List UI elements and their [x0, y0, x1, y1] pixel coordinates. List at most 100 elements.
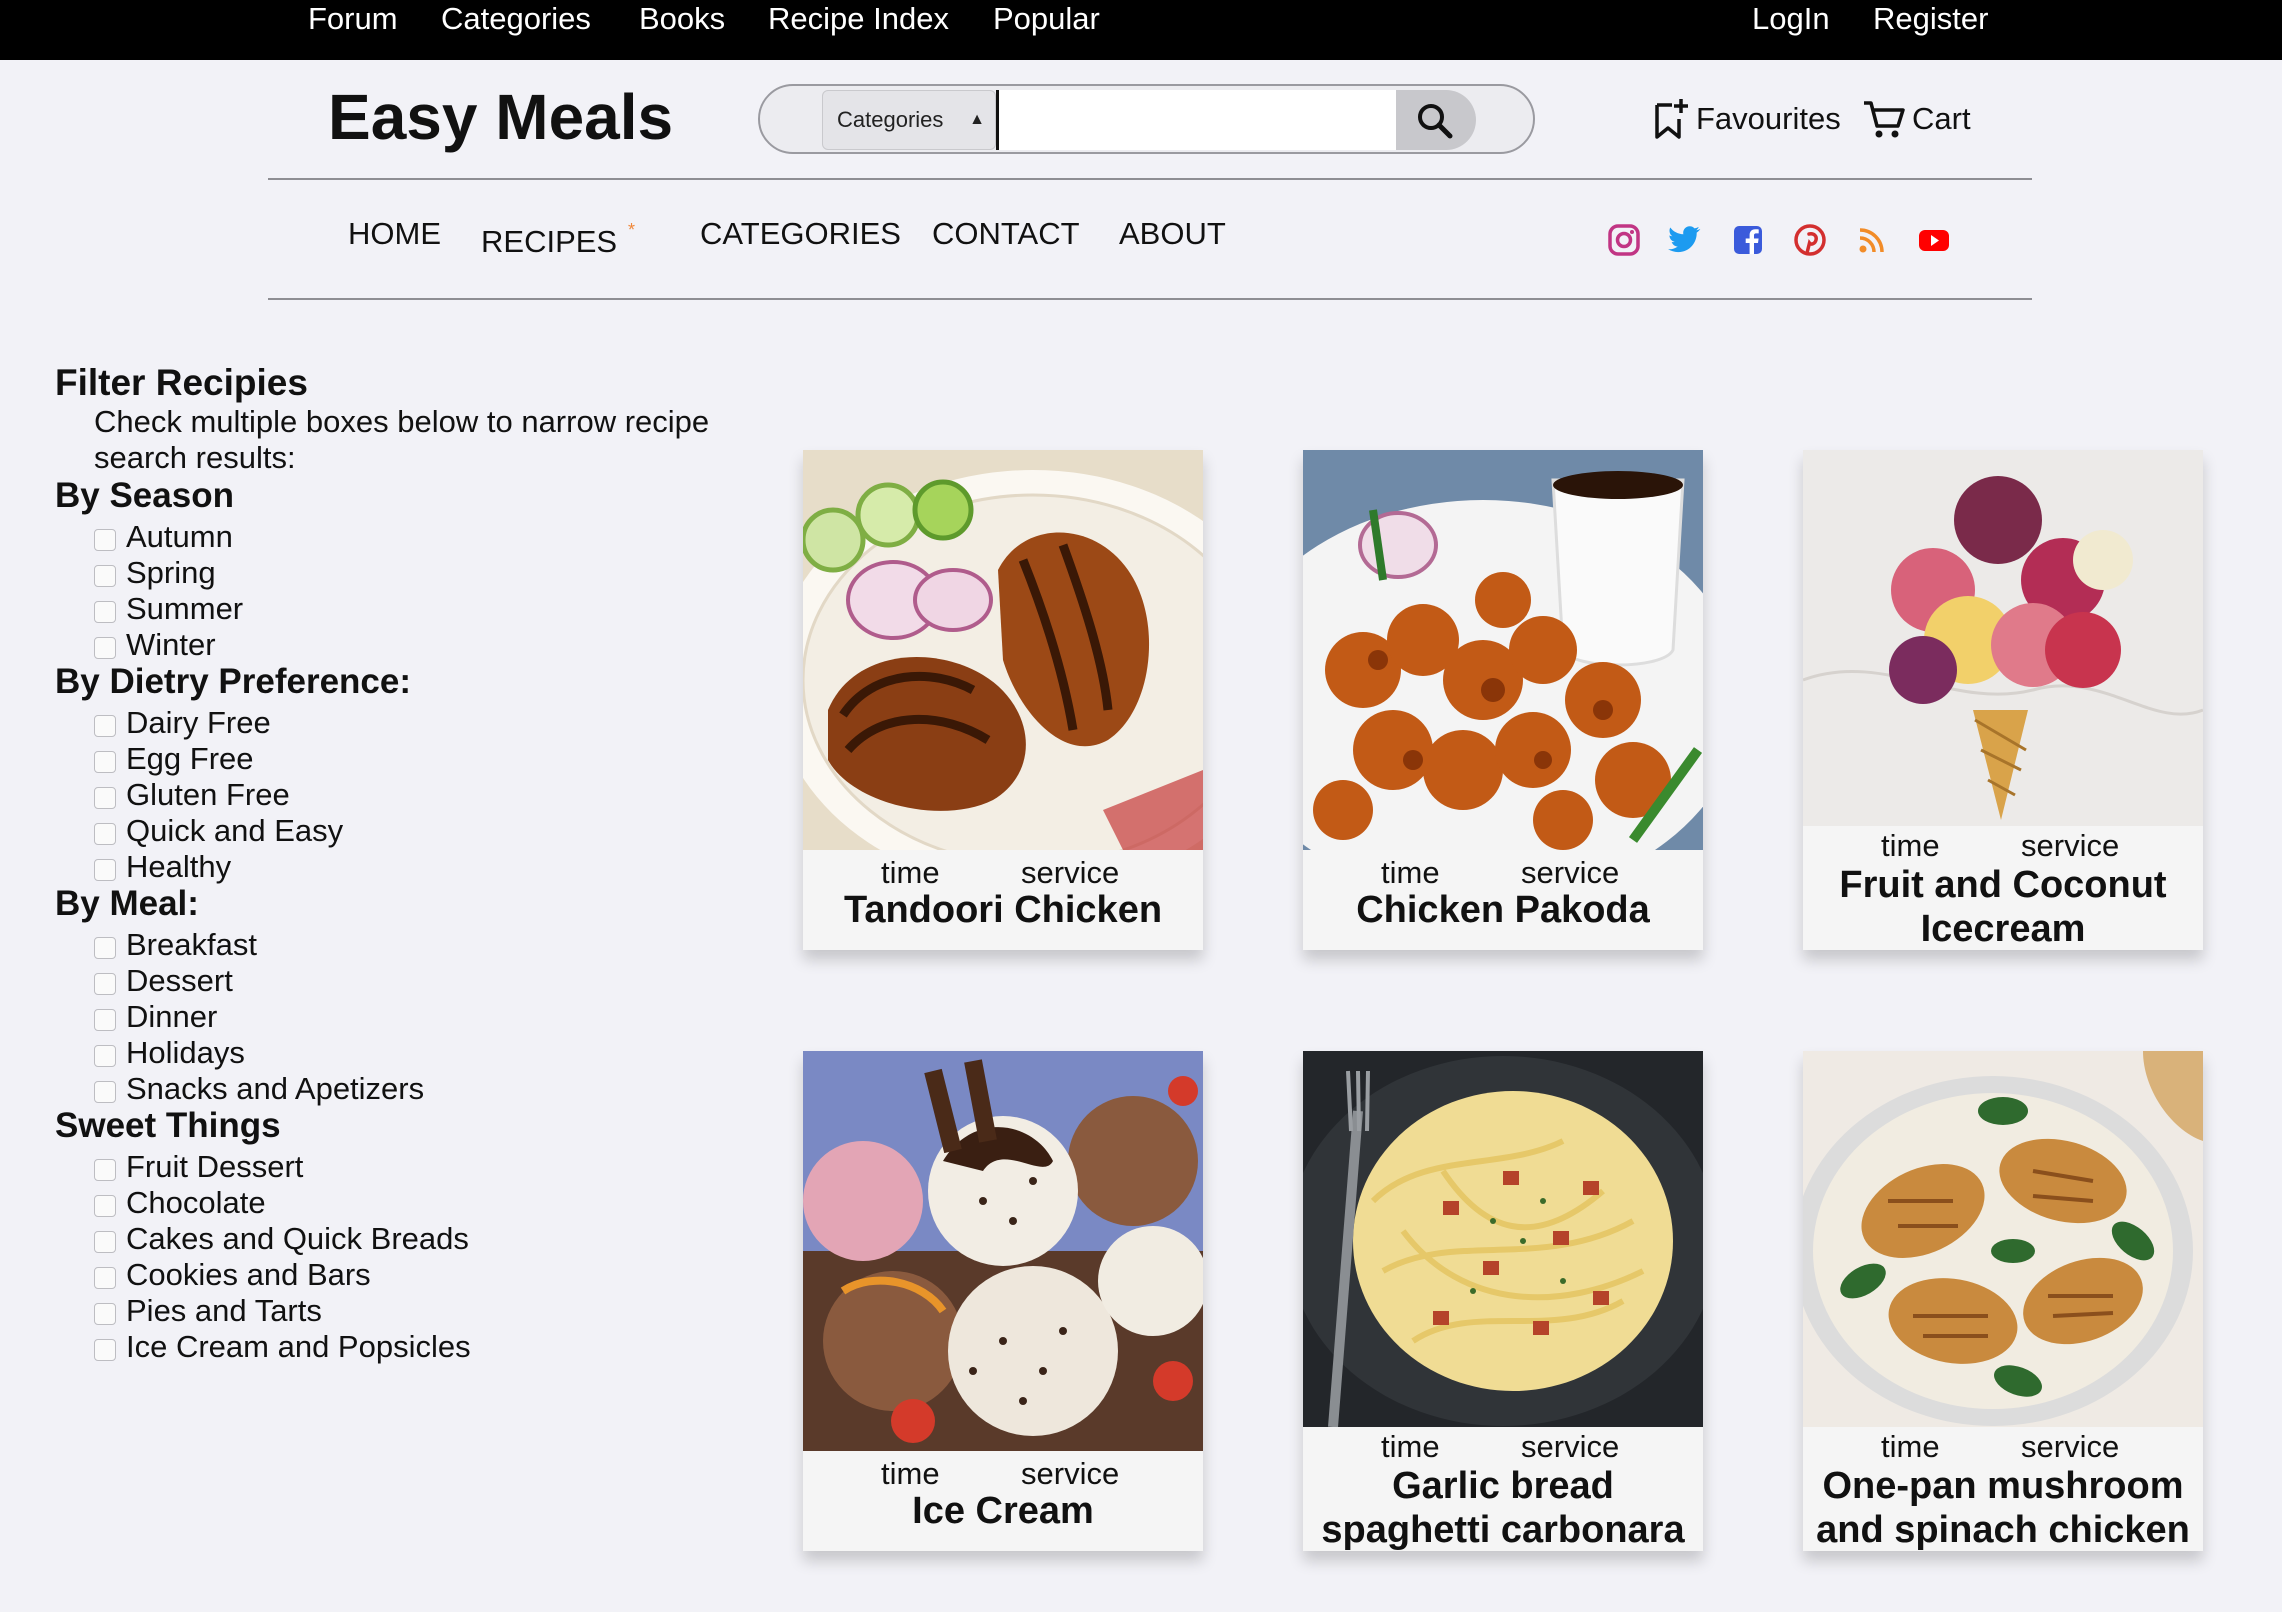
- checkbox[interactable]: [94, 973, 116, 995]
- topbar-register-link[interactable]: Register: [1873, 0, 1988, 40]
- favourites-link[interactable]: Favourites: [1652, 94, 1841, 144]
- filter-option-ice-cream-and-popsicles[interactable]: Ice Cream and Popsicles: [94, 1329, 471, 1365]
- filter-option-gluten-free[interactable]: Gluten Free: [94, 777, 290, 813]
- twitter-icon[interactable]: [1668, 222, 1704, 258]
- category-select-value: Categories: [837, 107, 944, 132]
- recipe-card[interactable]: time service Ice Cream: [803, 1051, 1203, 1551]
- filter-option-holidays[interactable]: Holidays: [94, 1035, 245, 1071]
- recipe-image: [803, 450, 1203, 850]
- nav-home[interactable]: HOME: [348, 216, 441, 252]
- checkbox[interactable]: [94, 601, 116, 623]
- select-arrows-icon: ▲: [969, 111, 985, 128]
- recipe-name[interactable]: Fruit and Coconut Icecream: [1803, 863, 2203, 950]
- checkbox[interactable]: [94, 1231, 116, 1253]
- checkbox[interactable]: [94, 565, 116, 587]
- recipe-name[interactable]: One-pan mushroom and spinach chicken: [1803, 1464, 2203, 1551]
- option-label: Dairy Free: [126, 705, 271, 740]
- topbar-categories-link[interactable]: Categories: [441, 0, 591, 40]
- filter-option-dairy-free[interactable]: Dairy Free: [94, 705, 271, 741]
- topbar-login-link[interactable]: LogIn: [1752, 0, 1830, 40]
- filter-option-spring[interactable]: Spring: [94, 555, 216, 591]
- topbar-recipe-index-link[interactable]: Recipe Index: [768, 0, 949, 40]
- checkbox[interactable]: [94, 1339, 116, 1361]
- filter-option-snacks-and-apetizers[interactable]: Snacks and Apetizers: [94, 1071, 424, 1107]
- filter-option-dinner[interactable]: Dinner: [94, 999, 217, 1035]
- filter-option-autumn[interactable]: Autumn: [94, 519, 233, 555]
- filter-option-summer[interactable]: Summer: [94, 591, 243, 627]
- service-label: service: [1521, 1429, 1620, 1464]
- cart-link[interactable]: Cart: [1862, 94, 1971, 144]
- filter-title: Filter Recipies: [55, 362, 308, 403]
- filter-option-dessert[interactable]: Dessert: [94, 963, 233, 999]
- recipe-card[interactable]: time service Garlic bread spaghetti carb…: [1303, 1051, 1703, 1551]
- checkbox[interactable]: [94, 715, 116, 737]
- filter-option-cakes-and-quick-breads[interactable]: Cakes and Quick Breads: [94, 1221, 469, 1257]
- checkbox[interactable]: [94, 1009, 116, 1031]
- filter-option-pies-and-tarts[interactable]: Pies and Tarts: [94, 1293, 322, 1329]
- checkbox[interactable]: [94, 1195, 116, 1217]
- option-label: Spring: [126, 555, 216, 590]
- checkbox[interactable]: [94, 751, 116, 773]
- topbar-books-link[interactable]: Books: [639, 0, 725, 40]
- filter-option-winter[interactable]: Winter: [94, 627, 216, 663]
- filter-description: Check multiple boxes below to narrow rec…: [94, 404, 710, 475]
- site-logo[interactable]: Easy Meals: [328, 80, 673, 154]
- recipe-name[interactable]: Chicken Pakoda: [1303, 888, 1703, 932]
- checkbox[interactable]: [94, 1159, 116, 1181]
- category-select[interactable]: Categories ▲: [822, 90, 996, 150]
- recipe-image: [1803, 1051, 2203, 1427]
- recipe-name[interactable]: Garlic bread spaghetti carbonara: [1303, 1464, 1703, 1551]
- option-label: Cookies and Bars: [126, 1257, 371, 1292]
- recipe-name[interactable]: Ice Cream: [803, 1489, 1203, 1533]
- topbar-forum-link[interactable]: Forum: [308, 0, 398, 40]
- checkbox[interactable]: [94, 637, 116, 659]
- time-label: time: [1881, 828, 1940, 863]
- checkbox[interactable]: [94, 823, 116, 845]
- filter-option-breakfast[interactable]: Breakfast: [94, 927, 257, 963]
- nav-contact[interactable]: CONTACT: [932, 216, 1080, 252]
- top-bar: Forum Categories Books Recipe Index Popu…: [0, 0, 2282, 60]
- bookmark-add-icon: [1655, 99, 1688, 139]
- checkbox[interactable]: [94, 1081, 116, 1103]
- topbar-popular-link[interactable]: Popular: [993, 0, 1100, 40]
- recipe-card[interactable]: time service One-pan mushroom and spinac…: [1803, 1051, 2203, 1551]
- time-label: time: [881, 1456, 940, 1491]
- time-label: time: [881, 855, 940, 890]
- recipe-card[interactable]: time service Tandoori Chicken: [803, 450, 1203, 950]
- nav-recipes-marker: *: [628, 220, 636, 240]
- recipe-image: [1303, 1051, 1703, 1427]
- nav-recipes[interactable]: RECIPES: [481, 224, 617, 260]
- filter-group-title: By Season: [55, 476, 234, 515]
- filter-option-chocolate[interactable]: Chocolate: [94, 1185, 266, 1221]
- checkbox[interactable]: [94, 937, 116, 959]
- service-label: service: [1521, 855, 1620, 890]
- checkbox[interactable]: [94, 529, 116, 551]
- option-label: Winter: [126, 627, 216, 662]
- nav-categories[interactable]: CATEGORIES: [700, 216, 901, 252]
- time-label: time: [1381, 855, 1440, 890]
- option-label: Breakfast: [126, 927, 257, 962]
- youtube-icon[interactable]: [1916, 222, 1952, 258]
- checkbox[interactable]: [94, 859, 116, 881]
- pinterest-icon[interactable]: [1792, 222, 1828, 258]
- recipe-card[interactable]: time service Chicken Pakoda: [1303, 450, 1703, 950]
- filter-option-quick-and-easy[interactable]: Quick and Easy: [94, 813, 343, 849]
- checkbox[interactable]: [94, 1303, 116, 1325]
- checkbox[interactable]: [94, 787, 116, 809]
- filter-option-egg-free[interactable]: Egg Free: [94, 741, 254, 777]
- search-input[interactable]: [996, 90, 1396, 150]
- instagram-icon[interactable]: [1606, 222, 1642, 258]
- nav-about[interactable]: ABOUT: [1119, 216, 1226, 252]
- time-label: time: [1381, 1429, 1440, 1464]
- recipe-name[interactable]: Tandoori Chicken: [803, 888, 1203, 932]
- rss-icon[interactable]: [1854, 222, 1890, 258]
- option-label: Summer: [126, 591, 244, 626]
- search-button[interactable]: [1396, 90, 1476, 150]
- recipe-card[interactable]: time service Fruit and Coconut Icecream: [1803, 450, 2203, 950]
- filter-option-fruit-dessert[interactable]: Fruit Dessert: [94, 1149, 303, 1185]
- filter-option-cookies-and-bars[interactable]: Cookies and Bars: [94, 1257, 371, 1293]
- filter-option-healthy[interactable]: Healthy: [94, 849, 231, 885]
- facebook-icon[interactable]: [1730, 222, 1766, 258]
- checkbox[interactable]: [94, 1045, 116, 1067]
- checkbox[interactable]: [94, 1267, 116, 1289]
